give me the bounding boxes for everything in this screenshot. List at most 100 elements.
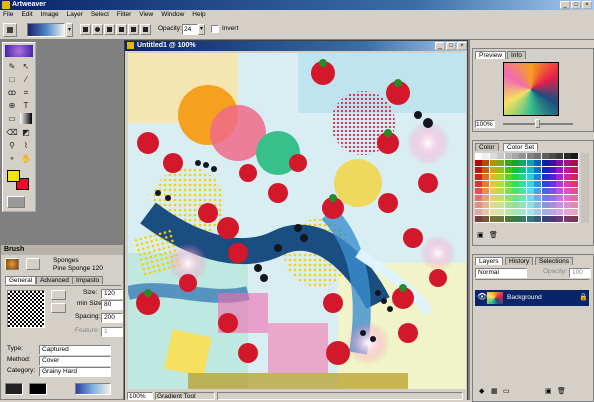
color-swatch[interactable] xyxy=(519,188,527,194)
color-swatch[interactable] xyxy=(541,188,549,194)
doc-close-button[interactable]: × xyxy=(457,42,467,50)
color-swatch[interactable] xyxy=(541,209,549,215)
color-swatch[interactable] xyxy=(482,174,490,180)
color-set-grid[interactable] xyxy=(475,153,579,223)
fill-tool-icon[interactable]: ◩ xyxy=(20,127,32,138)
color-swatch[interactable] xyxy=(571,209,579,215)
color-swatch[interactable] xyxy=(571,188,579,194)
color-swatch[interactable] xyxy=(512,174,519,180)
color-swatch[interactable] xyxy=(497,202,505,208)
color-swatch[interactable] xyxy=(504,202,512,208)
tab-layers[interactable]: Layers xyxy=(475,257,503,265)
color-swatch[interactable] xyxy=(541,202,549,208)
wand-tool-icon[interactable]: ⁄ xyxy=(20,74,32,85)
feature-input[interactable]: 1 xyxy=(101,327,123,337)
color-swatch[interactable] xyxy=(556,174,564,180)
color-swatch[interactable] xyxy=(489,216,497,222)
gradient-tool-active-icon[interactable] xyxy=(20,113,32,124)
color-swatch[interactable] xyxy=(534,195,542,201)
color-swatch[interactable] xyxy=(489,209,497,215)
color-swatch[interactable] xyxy=(489,167,497,173)
menu-window[interactable]: Window xyxy=(158,10,187,20)
color-swatch[interactable] xyxy=(489,181,497,187)
color-swatch[interactable] xyxy=(526,188,534,194)
linear-gradient-button[interactable] xyxy=(80,24,91,35)
color-swatch[interactable] xyxy=(475,181,482,187)
menu-file[interactable]: File xyxy=(0,10,16,20)
preview-thumbnail[interactable] xyxy=(503,62,559,116)
color-swatch[interactable] xyxy=(482,202,490,208)
color-swatch[interactable] xyxy=(475,188,482,194)
color-swatch[interactable] xyxy=(489,153,497,159)
color-swatch[interactable] xyxy=(534,174,542,180)
tab-info[interactable]: Info xyxy=(507,51,526,59)
color-swatch[interactable] xyxy=(563,202,571,208)
zoom-field[interactable]: 100% xyxy=(127,392,153,400)
color-swatch[interactable] xyxy=(571,202,579,208)
color-swatch[interactable] xyxy=(549,209,556,215)
color-swatch[interactable] xyxy=(504,160,512,166)
color-swatch[interactable] xyxy=(497,188,505,194)
color-swatch[interactable] xyxy=(556,181,564,187)
menu-view[interactable]: View xyxy=(136,10,156,20)
color-swatch[interactable] xyxy=(563,209,571,215)
size-input[interactable]: 120 xyxy=(101,289,123,299)
new-layer-icon[interactable]: ▣ xyxy=(545,387,552,395)
color-swatch[interactable] xyxy=(519,202,527,208)
brush-variant-icon[interactable] xyxy=(26,258,40,270)
color-swatch[interactable] xyxy=(497,167,505,173)
foreground-color-swatch[interactable] xyxy=(7,170,20,182)
smudge-tool-icon[interactable]: ⌇ xyxy=(20,140,32,151)
color-swatch[interactable] xyxy=(519,195,527,201)
color-swatch[interactable] xyxy=(489,195,497,201)
clone-tool-icon[interactable]: ⊕ xyxy=(6,100,18,111)
color-swatch[interactable] xyxy=(556,209,564,215)
trash-icon[interactable]: 🗑 xyxy=(489,231,498,239)
opacity-dropdown-chevron-icon[interactable]: ▾ xyxy=(198,24,205,35)
color-swatch[interactable] xyxy=(504,181,512,187)
color-swatch[interactable] xyxy=(497,195,505,201)
color-swatch[interactable] xyxy=(534,181,542,187)
lasso-tool-icon[interactable]: ꝏ xyxy=(6,87,18,98)
tab-color[interactable]: Color xyxy=(475,143,499,151)
crop-tool-icon[interactable]: ⌗ xyxy=(20,87,32,98)
color-swatch[interactable] xyxy=(519,160,527,166)
color-swatch[interactable] xyxy=(549,202,556,208)
color-swatch[interactable] xyxy=(571,195,579,201)
color-swatch[interactable] xyxy=(497,174,505,180)
color-swatch[interactable] xyxy=(504,174,512,180)
color-swatch[interactable] xyxy=(549,181,556,187)
color-swatch[interactable] xyxy=(482,153,490,159)
color-swatch[interactable] xyxy=(526,209,534,215)
method-select[interactable]: Cover xyxy=(39,356,111,366)
color-swatch[interactable] xyxy=(489,188,497,194)
min-size-input[interactable]: 80 xyxy=(101,300,123,310)
hand-tool-icon[interactable]: ✋ xyxy=(20,153,32,164)
color-swatch[interactable] xyxy=(534,153,542,159)
tab-general[interactable]: General xyxy=(5,276,37,284)
move-tool-icon[interactable]: ↖ xyxy=(20,61,32,72)
brush-grain-button[interactable] xyxy=(51,303,66,313)
color-set-scrollbar[interactable] xyxy=(581,153,589,223)
color-swatch[interactable] xyxy=(489,160,497,166)
color-swatch[interactable] xyxy=(526,153,534,159)
color-swatch[interactable] xyxy=(497,160,505,166)
color-swatch[interactable] xyxy=(475,167,482,173)
color-swatch[interactable] xyxy=(526,202,534,208)
color-swatch[interactable] xyxy=(519,181,527,187)
color-swatch[interactable] xyxy=(549,153,556,159)
color-swatch[interactable] xyxy=(549,188,556,194)
color-swatch[interactable] xyxy=(563,160,571,166)
rect-select-tool-icon[interactable]: □ xyxy=(6,74,18,85)
color-swatch[interactable] xyxy=(549,160,556,166)
maximize-button[interactable]: □ xyxy=(571,1,581,9)
color-swatch[interactable] xyxy=(571,216,579,222)
eraser-tool-icon[interactable]: ⌫ xyxy=(6,127,18,138)
color-swatch[interactable] xyxy=(556,160,564,166)
color-swatch[interactable] xyxy=(556,195,564,201)
color-swatch[interactable] xyxy=(489,174,497,180)
angle-gradient-button[interactable] xyxy=(104,24,115,35)
color-swatch[interactable] xyxy=(563,153,571,159)
invert-checkbox[interactable] xyxy=(211,25,219,33)
paper-swatch-2[interactable] xyxy=(29,383,47,395)
